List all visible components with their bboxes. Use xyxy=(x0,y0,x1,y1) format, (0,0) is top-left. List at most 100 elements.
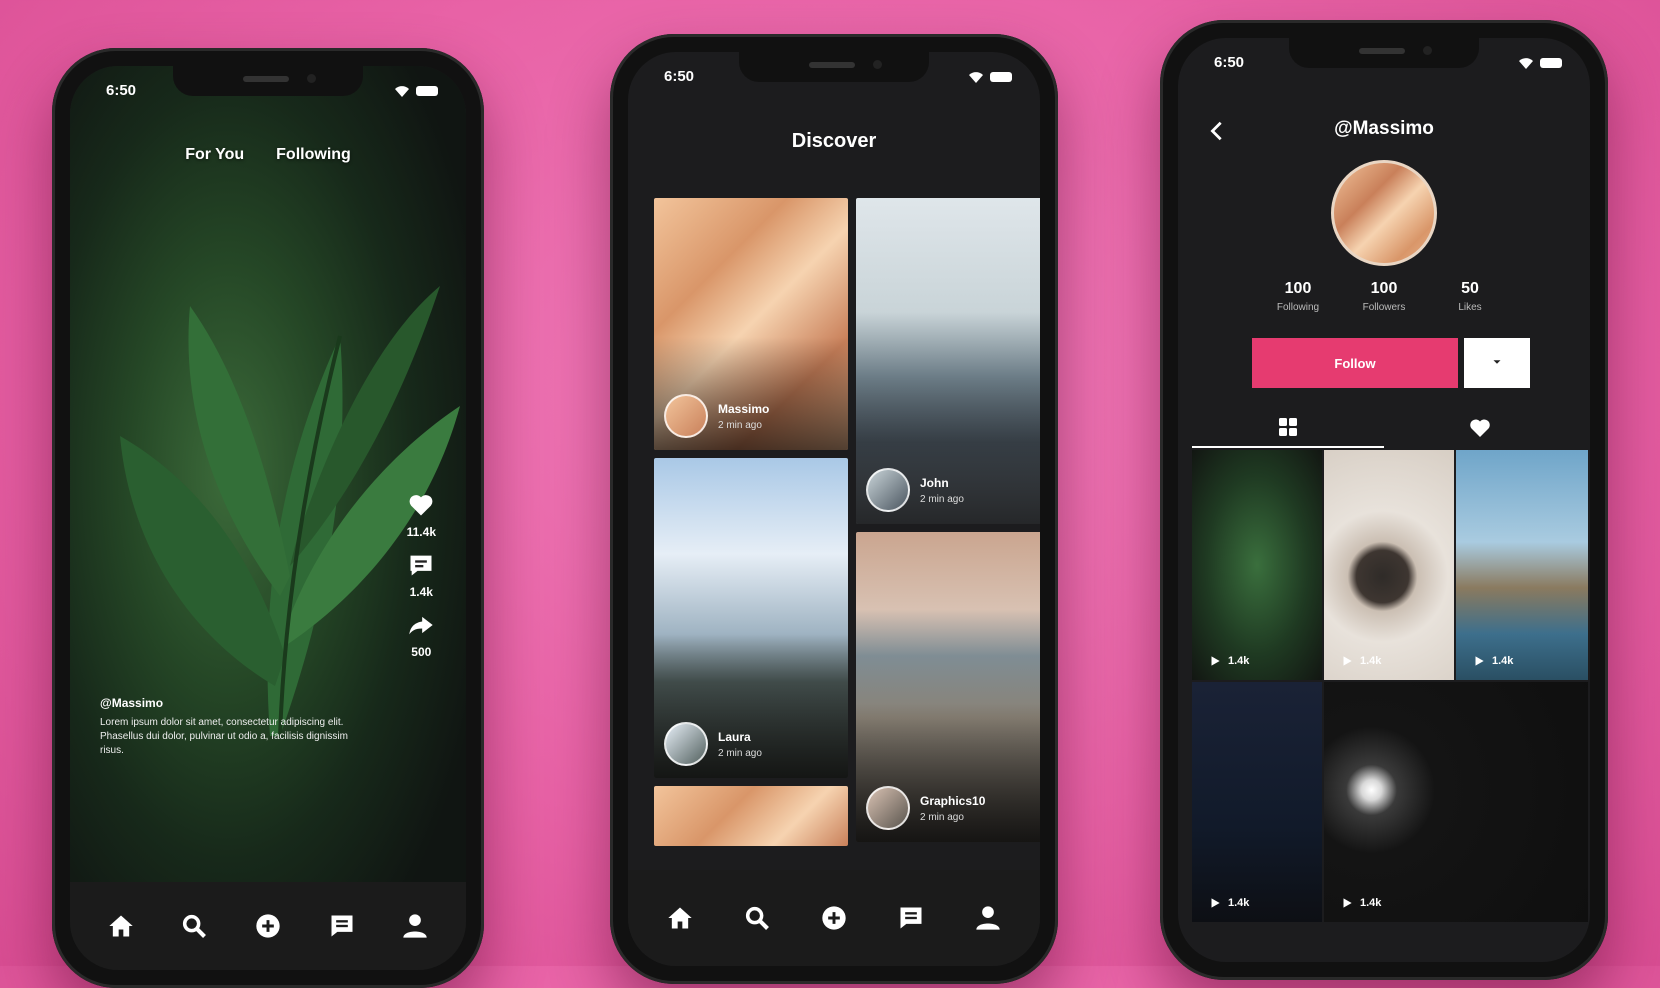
phone-profile: 6:50 @Massimo 100 Following 100 Followers … xyxy=(1160,20,1608,980)
profile-icon xyxy=(975,906,1000,930)
tab-liked[interactable] xyxy=(1384,408,1576,448)
play-count: 1.4k xyxy=(1492,655,1514,667)
play-icon xyxy=(1343,898,1352,908)
nav-add[interactable] xyxy=(251,909,285,943)
play-icon xyxy=(1475,656,1484,666)
home-icon xyxy=(668,907,693,929)
tab-following[interactable]: Following xyxy=(276,146,351,164)
share-count: 500 xyxy=(411,645,432,659)
battery-icon xyxy=(990,72,1012,82)
play-count: 1.4k xyxy=(1228,655,1250,667)
video-tile[interactable]: 1.4k xyxy=(1324,450,1454,680)
avatar xyxy=(664,394,708,438)
card-time: 2 min ago xyxy=(718,419,762,431)
messages-icon xyxy=(900,907,922,929)
video-caption: @Massimo Lorem ipsum dolor sit amet, con… xyxy=(100,696,360,758)
play-icon xyxy=(1343,656,1352,666)
nav-home[interactable] xyxy=(104,909,138,943)
wifi-icon xyxy=(395,86,409,97)
avatar xyxy=(866,786,910,830)
profile-tabs xyxy=(1192,408,1576,448)
nav-add[interactable] xyxy=(817,901,851,935)
nav-messages[interactable] xyxy=(325,909,359,943)
status-bar: 6:50 xyxy=(1214,54,1562,74)
stat-likes[interactable]: 50 Likes xyxy=(1430,280,1510,313)
status-bar: 6:50 xyxy=(106,82,438,102)
profile-icon xyxy=(403,914,427,938)
card-name: Graphics10 xyxy=(920,793,986,808)
bottom-nav xyxy=(70,882,466,970)
comment-action[interactable]: 1.4k xyxy=(407,551,435,599)
nav-profile[interactable] xyxy=(398,909,432,943)
phone-feed: 6:50 For You Following 11.4k 1.4k 500 @M… xyxy=(52,48,484,988)
status-time: 6:50 xyxy=(664,68,695,85)
heart-icon xyxy=(1470,419,1490,437)
status-bar: 6:50 xyxy=(664,68,1012,88)
search-icon xyxy=(183,914,207,938)
page-title: Discover xyxy=(791,130,877,152)
profile-screen: 6:50 @Massimo 100 Following 100 Followers … xyxy=(1178,38,1590,962)
video-tile[interactable]: 1.4k xyxy=(1192,682,1322,922)
discover-card[interactable]: John 2 min ago xyxy=(856,198,1040,524)
bottom-nav xyxy=(628,870,1040,966)
nav-search[interactable] xyxy=(740,901,774,935)
comment-icon xyxy=(410,555,432,576)
status-time: 6:50 xyxy=(1214,54,1245,71)
wifi-icon xyxy=(1519,58,1533,69)
battery-icon xyxy=(416,86,438,96)
card-name: Massimo xyxy=(718,401,770,416)
card-time: 2 min ago xyxy=(718,747,762,759)
caption-username[interactable]: @Massimo xyxy=(100,696,360,710)
caption-text: Lorem ipsum dolor sit amet, consectetur … xyxy=(100,717,348,756)
card-time: 2 min ago xyxy=(920,811,964,823)
card-name: John xyxy=(920,475,949,490)
avatar xyxy=(1331,160,1437,266)
chevron-down-icon xyxy=(1493,359,1501,364)
play-icon xyxy=(1211,656,1220,666)
discover-card[interactable] xyxy=(654,786,848,846)
stat-following[interactable]: 100 Following xyxy=(1258,280,1338,313)
play-count: 1.4k xyxy=(1360,897,1382,909)
messages-icon xyxy=(331,915,353,937)
stat-followers[interactable]: 100 Followers xyxy=(1344,280,1424,313)
card-name: Laura xyxy=(718,729,751,744)
nav-search[interactable] xyxy=(177,909,211,943)
phone-discover: 6:50 Discover Massimo 2 min ago John 2 min… xyxy=(610,34,1058,984)
nav-messages[interactable] xyxy=(894,901,928,935)
play-count: 1.4k xyxy=(1360,655,1382,667)
battery-icon xyxy=(1540,58,1562,68)
action-column: 11.4k 1.4k 500 xyxy=(407,491,436,659)
dropdown-button[interactable] xyxy=(1464,338,1530,388)
grid-icon xyxy=(1279,418,1297,436)
profile-stats: 100 Following 100 Followers 50 Likes xyxy=(1258,280,1510,313)
tab-for-you[interactable]: For You xyxy=(185,146,244,164)
video-tile[interactable]: 1.4k xyxy=(1324,682,1588,922)
discover-card[interactable]: Laura 2 min ago xyxy=(654,458,848,778)
card-time: 2 min ago xyxy=(920,493,964,505)
discover-card[interactable]: Massimo 2 min ago xyxy=(654,198,848,450)
feed-tabs: For You Following xyxy=(70,146,466,164)
follow-button[interactable]: Follow xyxy=(1252,338,1458,388)
heart-icon xyxy=(409,495,433,516)
share-icon xyxy=(409,616,433,635)
tab-videos[interactable] xyxy=(1192,408,1384,448)
status-time: 6:50 xyxy=(106,82,137,99)
search-icon xyxy=(746,906,770,930)
feed-screen: 6:50 For You Following 11.4k 1.4k 500 @M… xyxy=(70,66,466,970)
home-icon xyxy=(109,915,133,937)
avatar xyxy=(664,722,708,766)
discover-card[interactable]: Graphics10 2 min ago xyxy=(856,532,1040,842)
add-icon xyxy=(256,914,280,938)
wifi-icon xyxy=(969,72,983,83)
nav-home[interactable] xyxy=(663,901,697,935)
avatar xyxy=(866,468,910,512)
profile-handle: @Massimo xyxy=(1334,118,1434,139)
like-action[interactable]: 11.4k xyxy=(407,491,436,539)
share-action[interactable]: 500 xyxy=(407,611,435,659)
video-tile[interactable]: 1.4k xyxy=(1456,450,1588,680)
add-icon xyxy=(822,906,846,930)
video-tile[interactable]: 1.4k xyxy=(1192,450,1322,680)
play-icon xyxy=(1211,898,1220,908)
play-count: 1.4k xyxy=(1228,897,1250,909)
nav-profile[interactable] xyxy=(971,901,1005,935)
